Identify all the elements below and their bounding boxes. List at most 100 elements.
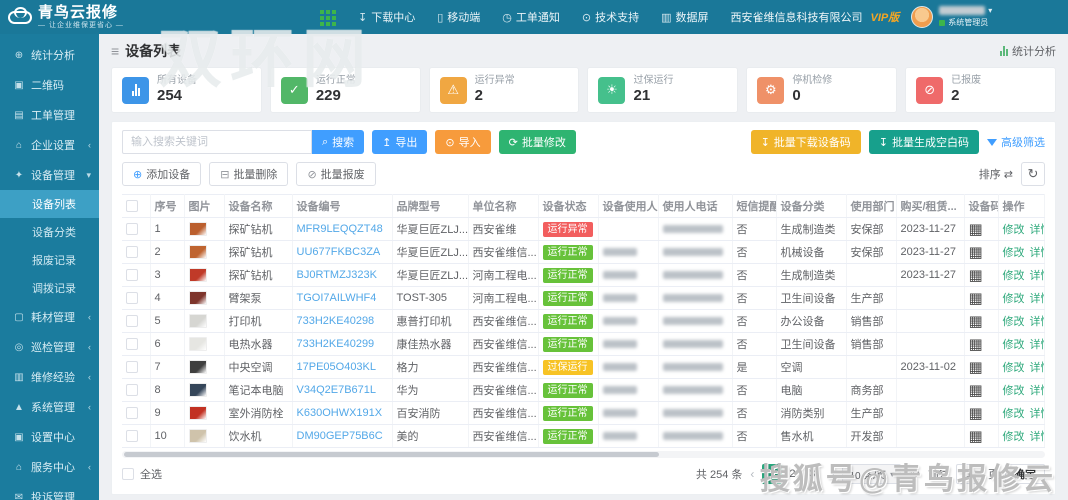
device-code-link[interactable]: 733H2KE40299 <box>297 338 375 350</box>
row-checkbox[interactable] <box>126 315 138 328</box>
select-all-checkbox[interactable] <box>122 468 134 480</box>
sidebar-subitem-调拨记录[interactable]: 调拨记录 <box>0 274 99 302</box>
batch-edit-button[interactable]: ⟳ 批量修改 <box>498 130 576 154</box>
row-checkbox[interactable] <box>126 246 138 259</box>
header-nav-下载中心[interactable]: ↧ 下载中心 <box>358 9 415 25</box>
stat-card-所有设备[interactable]: 所有设备 254 <box>111 67 262 113</box>
qr-code-icon[interactable]: ▦ <box>969 290 983 307</box>
detail-link[interactable]: 详情 <box>1030 293 1044 305</box>
add-device-button[interactable]: ⊕ 添加设备 <box>122 162 202 186</box>
sidebar-item-维修经验[interactable]: ▥ 维修经验 ‹ <box>0 362 99 392</box>
device-code-link[interactable]: DM90GEP75B6C <box>297 430 383 442</box>
detail-link[interactable]: 详情 <box>1030 385 1044 397</box>
search-input[interactable] <box>122 130 312 154</box>
row-checkbox[interactable] <box>126 361 138 374</box>
qr-code-icon[interactable]: ▦ <box>969 428 983 445</box>
device-thumbnail[interactable] <box>188 268 207 282</box>
sidebar-item-统计分析[interactable]: ⊕ 统计分析 <box>0 40 99 70</box>
detail-link[interactable]: 详情 <box>1030 339 1044 351</box>
header-nav-技术支持[interactable]: ⊙ 技术支持 <box>582 9 639 25</box>
qr-code-icon[interactable]: ▦ <box>969 313 983 330</box>
stats-analysis-link[interactable]: 统计分析 <box>1000 43 1056 59</box>
edit-link[interactable]: 修改 <box>1003 385 1025 397</box>
row-checkbox[interactable] <box>126 269 138 282</box>
device-thumbnail[interactable] <box>188 337 207 351</box>
header-nav-数据屏[interactable]: ▥ 数据屏 <box>661 9 708 25</box>
stat-card-已报废[interactable]: ⊘ 已报废 2 <box>905 67 1056 113</box>
qr-code-icon[interactable]: ▦ <box>969 336 983 353</box>
next-page-button[interactable]: › <box>828 467 836 481</box>
sidebar-item-服务中心[interactable]: ⌂ 服务中心 ‹ <box>0 452 99 482</box>
row-checkbox[interactable] <box>126 338 138 351</box>
goto-page-input[interactable] <box>956 464 982 484</box>
batch-generate-blank-codes-button[interactable]: ↧ 批量生成空白码 <box>868 130 979 154</box>
edit-link[interactable]: 修改 <box>1003 293 1025 305</box>
device-thumbnail[interactable] <box>188 383 207 397</box>
sidebar-item-设置中心[interactable]: ▣ 设置中心 <box>0 422 99 452</box>
batch-delete-button[interactable]: ⊟ 批量删除 <box>209 162 289 186</box>
device-code-link[interactable]: BJ0RTMZJ323K <box>297 269 378 281</box>
advanced-filter-link[interactable]: 高级筛选 <box>987 134 1045 150</box>
qr-code-icon[interactable]: ▦ <box>969 267 983 284</box>
sidebar-item-设备管理[interactable]: ✦ 设备管理 ▾ <box>0 160 99 190</box>
device-code-link[interactable]: MFR9LEQQZT48 <box>297 223 383 235</box>
device-thumbnail[interactable] <box>188 429 207 443</box>
sidebar-subitem-设备分类[interactable]: 设备分类 <box>0 218 99 246</box>
row-checkbox[interactable] <box>126 430 138 443</box>
stat-card-运行异常[interactable]: ⚠ 运行异常 2 <box>428 67 580 113</box>
header-nav-移动端[interactable]: ▯ 移动端 <box>437 9 480 25</box>
sidebar-subitem-设备列表[interactable]: 设备列表 <box>0 190 99 218</box>
device-thumbnail[interactable] <box>188 245 207 259</box>
header-checkbox[interactable] <box>126 200 138 213</box>
search-button[interactable]: ⌕ 搜索 <box>312 130 365 154</box>
device-code-link[interactable]: UU677FKBC3ZA <box>297 246 381 258</box>
edit-link[interactable]: 修改 <box>1003 408 1025 420</box>
edit-link[interactable]: 修改 <box>1003 316 1025 328</box>
avatar[interactable] <box>911 6 934 28</box>
apps-grid-icon[interactable] <box>320 10 324 14</box>
edit-link[interactable]: 修改 <box>1003 362 1025 374</box>
sidebar-item-企业设置[interactable]: ⌂ 企业设置 ‹ <box>0 130 99 160</box>
sidebar-item-二维码[interactable]: ▣ 二维码 <box>0 70 99 100</box>
device-code-link[interactable]: 733H2KE40298 <box>297 315 375 327</box>
confirm-button[interactable]: 确定 <box>1005 464 1045 484</box>
batch-scrap-button[interactable]: ⊘ 批量报废 <box>296 162 376 186</box>
device-code-link[interactable]: V34Q2E7B671L <box>297 384 377 396</box>
import-button[interactable]: ⊙ 导入 <box>435 130 491 154</box>
detail-link[interactable]: 详情 <box>1030 224 1044 236</box>
row-checkbox[interactable] <box>126 384 138 397</box>
edit-link[interactable]: 修改 <box>1003 431 1025 443</box>
qr-code-icon[interactable]: ▦ <box>969 359 983 376</box>
header-nav-工单通知[interactable]: ◷ 工单通知 <box>502 9 560 25</box>
device-code-link[interactable]: TGOI7AILWHF4 <box>297 292 377 304</box>
page-size-select[interactable]: 10 条/页 ▾ <box>842 464 902 484</box>
device-thumbnail[interactable] <box>188 291 207 305</box>
device-thumbnail[interactable] <box>188 314 207 328</box>
sidebar-subitem-报废记录[interactable]: 报废记录 <box>0 246 99 274</box>
refresh-button[interactable]: ↻ <box>1021 162 1045 186</box>
edit-link[interactable]: 修改 <box>1003 247 1025 259</box>
batch-download-codes-button[interactable]: ↧ 批量下载设备码 <box>750 130 861 154</box>
device-thumbnail[interactable] <box>188 406 207 420</box>
qr-code-icon[interactable]: ▦ <box>969 221 983 238</box>
sort-control[interactable]: 排序 ⇄ <box>979 166 1013 182</box>
detail-link[interactable]: 详情 <box>1030 270 1044 282</box>
device-code-link[interactable]: K630OHWX191X <box>297 407 383 419</box>
page-number-1[interactable]: 1 <box>762 464 783 484</box>
sidebar-item-投诉管理[interactable]: ✉ 投诉管理 <box>0 482 99 500</box>
export-button[interactable]: ↥ 导出 <box>372 130 428 154</box>
qr-code-icon[interactable]: ▦ <box>969 244 983 261</box>
scrollbar-thumb[interactable] <box>124 452 660 457</box>
sidebar-item-耗材管理[interactable]: ▢ 耗材管理 ‹ <box>0 302 99 332</box>
page-number-2[interactable]: 2 <box>782 464 802 484</box>
qr-code-icon[interactable]: ▦ <box>969 382 983 399</box>
detail-link[interactable]: 详情 <box>1030 431 1044 443</box>
detail-link[interactable]: 详情 <box>1030 316 1044 328</box>
stat-card-过保运行[interactable]: ☀ 过保运行 21 <box>587 67 739 113</box>
qr-code-icon[interactable]: ▦ <box>969 405 983 422</box>
row-checkbox[interactable] <box>126 407 138 420</box>
user-menu[interactable]: ▾ 系统管理员 <box>939 6 992 28</box>
detail-link[interactable]: 详情 <box>1030 362 1044 374</box>
device-thumbnail[interactable] <box>188 360 207 374</box>
sidebar-item-工单管理[interactable]: ▤ 工单管理 <box>0 100 99 130</box>
